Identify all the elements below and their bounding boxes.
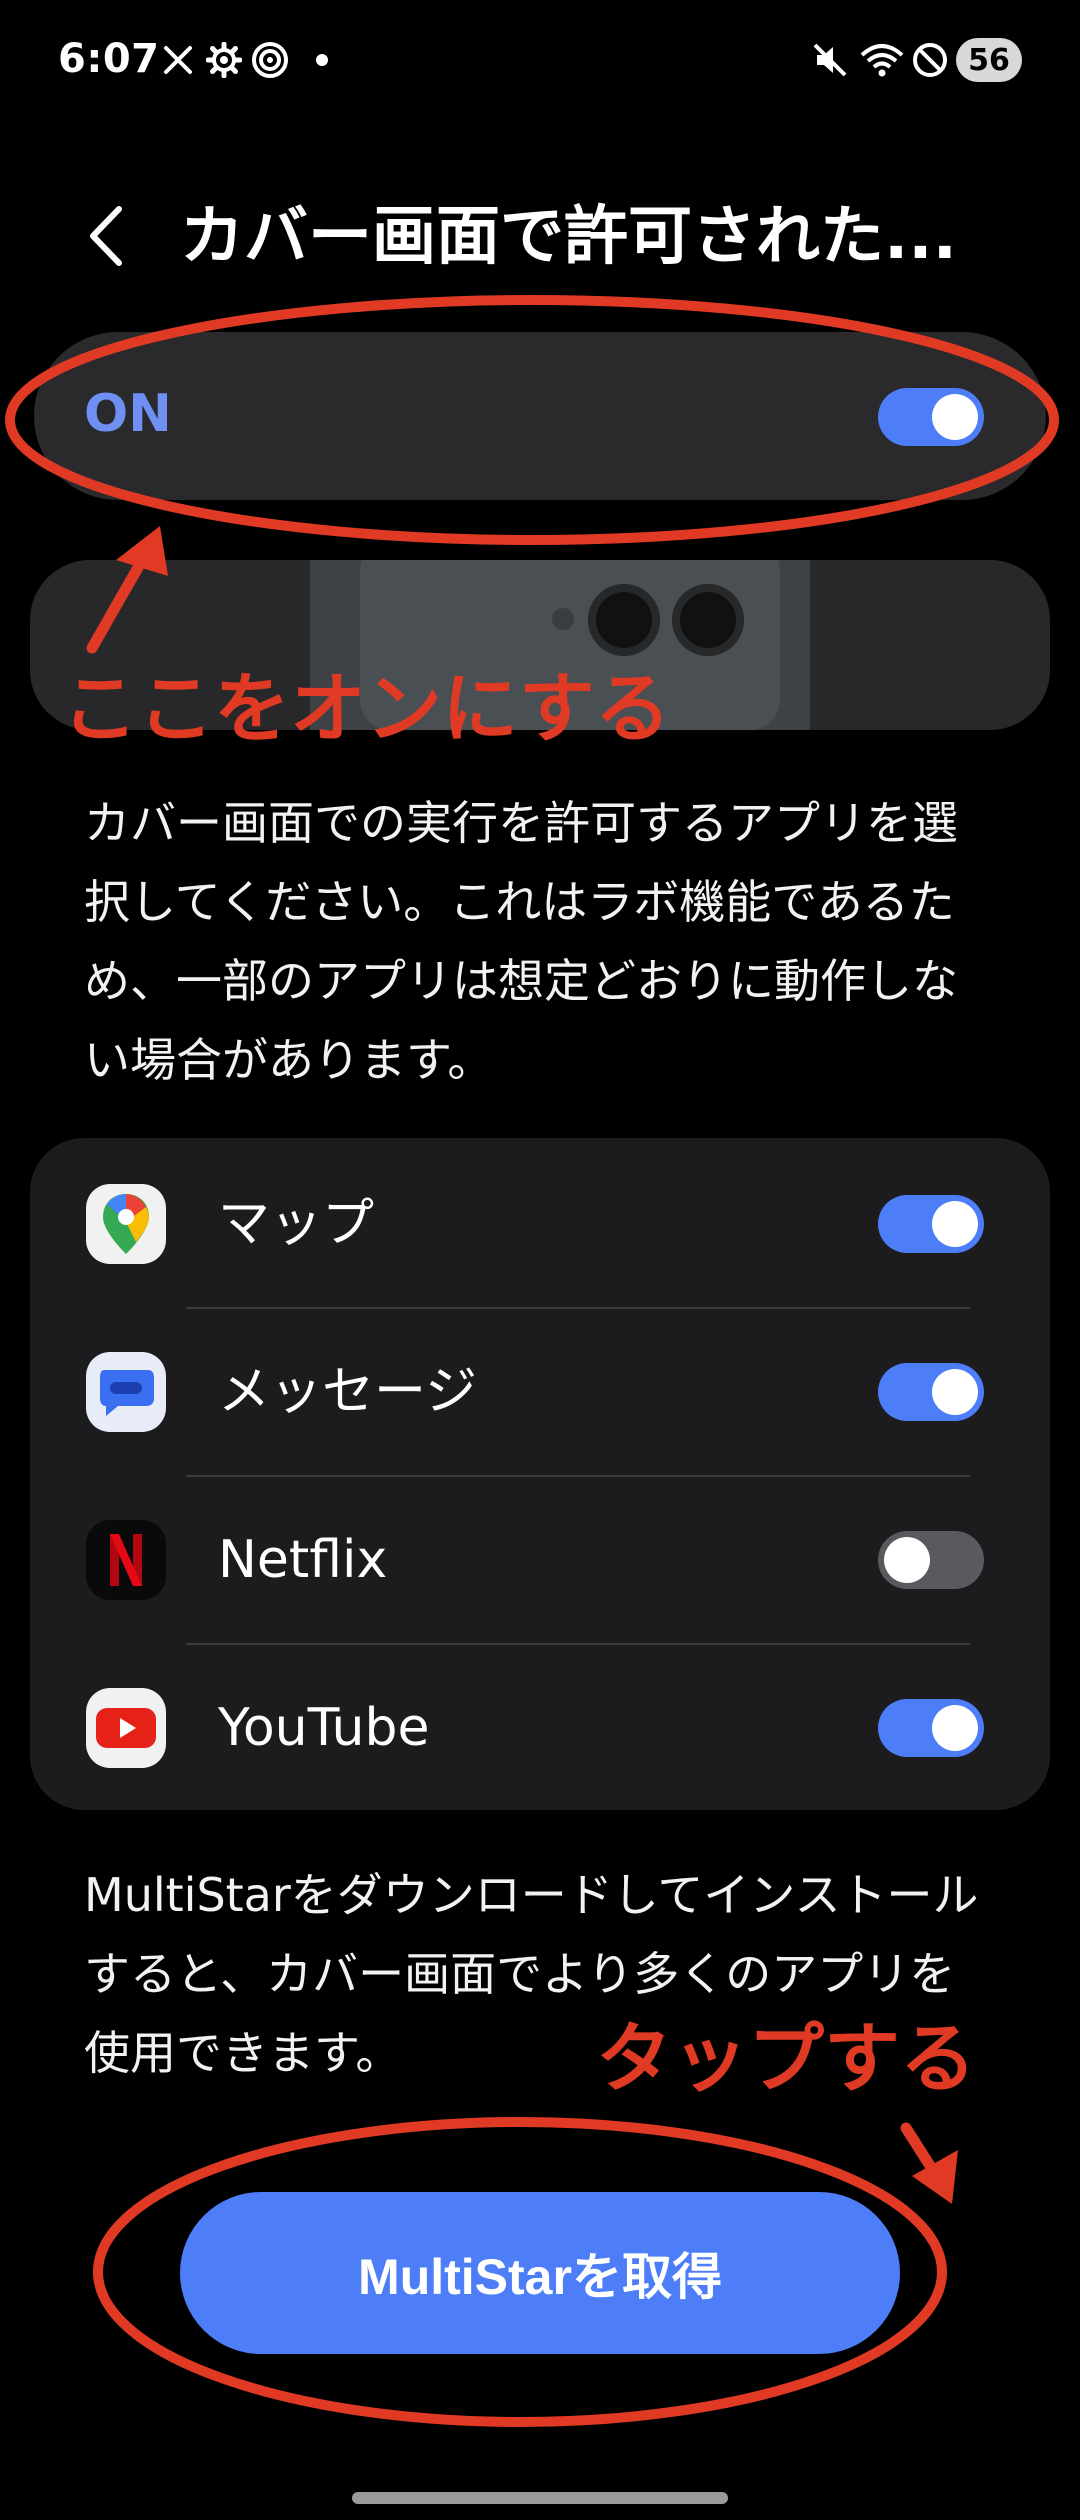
app-name: YouTube	[218, 1698, 430, 1758]
toggle-knob	[884, 1537, 930, 1583]
toggle-netflix[interactable]	[878, 1531, 984, 1589]
app-name: マップ	[218, 1194, 375, 1254]
chevron-left-icon	[90, 206, 122, 266]
camera-lens	[588, 584, 660, 656]
toggle-youtube[interactable]	[878, 1699, 984, 1757]
camera-flash	[552, 608, 574, 630]
toggle-messages[interactable]	[878, 1363, 984, 1421]
google-maps-icon	[86, 1184, 166, 1264]
messages-icon	[86, 1352, 166, 1432]
dnd-icon	[910, 40, 950, 80]
app-row-maps[interactable]: マップ	[30, 1140, 1050, 1308]
arrow-down-icon	[900, 2122, 958, 2204]
toggle-knob	[932, 1201, 978, 1247]
app-row-messages[interactable]: メッセージ	[30, 1308, 1050, 1476]
youtube-icon	[86, 1688, 166, 1768]
app-name: Netflix	[218, 1530, 388, 1590]
status-time: 6:07	[58, 36, 160, 82]
description-text: カバー画面での実行を許可するアプリを選 択してください。これはラボ機能であるた …	[84, 784, 1004, 1100]
get-multistar-button[interactable]: MultiStarを取得	[180, 2192, 900, 2354]
app-row-netflix[interactable]: Netflix	[30, 1476, 1050, 1644]
toggle-knob	[932, 394, 978, 440]
home-indicator[interactable]	[352, 2492, 728, 2504]
description-line: カバー画面での実行を許可するアプリを選	[84, 796, 958, 850]
annotation-turn-on: ここをオンにする	[62, 664, 671, 753]
toggle-knob	[932, 1369, 978, 1415]
master-toggle-label: ON	[84, 384, 172, 444]
description-line: 択してください。これはラボ機能であるた	[84, 875, 955, 929]
x-icon	[160, 40, 196, 80]
status-bar: 6:07 56	[0, 0, 1080, 130]
multistar-line: すると、カバー画面でより多くのアプリを	[84, 1947, 956, 2001]
annotation-tap: タップする	[596, 2014, 976, 2103]
gear-icon	[204, 40, 244, 80]
toggle-maps[interactable]	[878, 1195, 984, 1253]
dot-icon	[312, 40, 332, 80]
wifi-icon	[858, 40, 906, 80]
page-title: カバー画面で許可された...	[180, 200, 957, 274]
battery-indicator: 56	[956, 38, 1022, 82]
app-name: メッセージ	[218, 1362, 477, 1422]
toggle-knob	[932, 1705, 978, 1751]
target-icon	[250, 40, 290, 80]
master-toggle[interactable]	[878, 388, 984, 446]
back-button[interactable]	[70, 196, 140, 276]
mute-icon	[810, 40, 850, 80]
app-row-youtube[interactable]: YouTube	[30, 1644, 1050, 1812]
netflix-icon	[86, 1520, 166, 1600]
description-line: め、一部のアプリは想定どおりに動作しな	[84, 954, 958, 1008]
multistar-line: MultiStarをダウンロードしてインストール	[84, 1868, 979, 1922]
description-line: い場合があります。	[84, 1033, 494, 1087]
camera-lens	[672, 584, 744, 656]
